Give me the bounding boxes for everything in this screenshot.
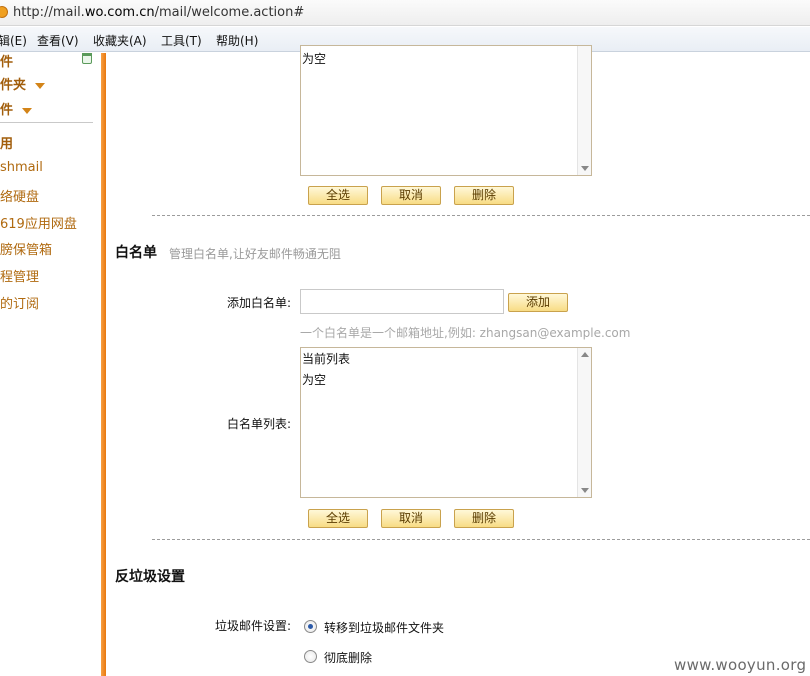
blacklist-listbox[interactable]: 为空 bbox=[300, 45, 592, 176]
whitelist-add-button[interactable]: 添加 bbox=[508, 293, 568, 312]
sidebar-item-label: 件夹 bbox=[0, 78, 27, 93]
sidebar-item-files[interactable]: 件 bbox=[0, 99, 33, 118]
whitelist-hint: 一个白名单是一个邮箱地址,例如: zhangsan@example.com bbox=[300, 326, 631, 340]
address-bar[interactable]: http://mail.wo.com.cn/mail/welcome.actio… bbox=[0, 0, 810, 26]
menu-edit[interactable]: 辑(E) bbox=[0, 32, 27, 49]
sidebar-item-apps[interactable]: 用 bbox=[0, 133, 13, 152]
scroll-up-icon[interactable] bbox=[581, 352, 589, 357]
section-divider bbox=[152, 539, 810, 540]
sidebar-item-netdisk[interactable]: 络硬盘 bbox=[0, 186, 39, 205]
list-item: 当前列表 bbox=[302, 352, 351, 366]
whitelist-delete-button[interactable]: 删除 bbox=[454, 509, 514, 528]
sidebar-item-safebox[interactable]: 膀保管箱 bbox=[0, 239, 52, 258]
sidebar-item-schedule[interactable]: 程管理 bbox=[0, 266, 39, 285]
section-divider bbox=[152, 215, 810, 216]
list-item: 为空 bbox=[302, 52, 327, 66]
sidebar-item-mail[interactable]: 件 bbox=[0, 51, 13, 70]
watermark: www.wooyun.org bbox=[674, 656, 807, 674]
sidebar-item-appdisk[interactable]: 619应用网盘 bbox=[0, 213, 77, 232]
address-url[interactable]: http://mail.wo.com.cn/mail/welcome.actio… bbox=[13, 5, 304, 20]
whitelist-cancel-button[interactable]: 取消 bbox=[381, 509, 441, 528]
blacklist-delete-button[interactable]: 删除 bbox=[454, 186, 514, 205]
site-favicon-icon bbox=[0, 6, 8, 18]
url-domain: wo.com.cn bbox=[84, 5, 155, 20]
trash-icon[interactable] bbox=[82, 53, 92, 64]
settings-main: 为空 全选 取消 删除 白名单 管理白名单,让好友邮件畅通无阻 添加白名单: 添… bbox=[106, 45, 810, 676]
blacklist-cancel-button[interactable]: 取消 bbox=[381, 186, 441, 205]
radio-checked[interactable] bbox=[304, 620, 317, 633]
antispam-option-label: 转移到垃圾邮件文件夹 bbox=[324, 621, 445, 635]
radio-unchecked[interactable] bbox=[304, 650, 317, 663]
menu-favorites[interactable]: 收藏夹(A) bbox=[93, 32, 147, 49]
whitelist-add-label: 添加白名单: bbox=[227, 296, 292, 310]
whitelist-select-all-button[interactable]: 全选 bbox=[308, 509, 368, 528]
scroll-down-icon[interactable] bbox=[581, 166, 589, 171]
sidebar-item-folders[interactable]: 件夹 bbox=[0, 74, 46, 93]
url-path: /mail/welcome.action# bbox=[154, 5, 305, 20]
caret-down-icon bbox=[35, 82, 46, 89]
whitelist-listbox[interactable]: 当前列表 为空 bbox=[300, 347, 592, 498]
whitelist-scrollbar[interactable] bbox=[577, 348, 591, 497]
sidebar-item-subscriptions[interactable]: 的订阅 bbox=[0, 293, 39, 312]
whitelist-email-input[interactable] bbox=[300, 289, 504, 314]
menu-tools[interactable]: 工具(T) bbox=[161, 32, 202, 49]
sidebar-item-label: 件 bbox=[0, 103, 14, 118]
menu-view[interactable]: 查看(V) bbox=[37, 32, 79, 49]
sidebar-divider bbox=[0, 122, 93, 123]
caret-down-icon bbox=[22, 107, 33, 114]
antispam-title: 反垃圾设置 bbox=[115, 569, 185, 585]
sidebar: 件 件夹 件 用 shmail 络硬盘 619应用网盘 膀保管箱 程管理 的订阅 bbox=[0, 53, 101, 676]
antispam-option-label: 彻底删除 bbox=[324, 651, 373, 665]
whitelist-title: 白名单 bbox=[115, 245, 157, 261]
sidebar-item-flashmail[interactable]: shmail bbox=[0, 160, 43, 175]
blacklist-select-all-button[interactable]: 全选 bbox=[308, 186, 368, 205]
list-item: 为空 bbox=[302, 373, 327, 387]
menu-help[interactable]: 帮助(H) bbox=[216, 32, 258, 49]
whitelist-list-label: 白名单列表: bbox=[227, 417, 292, 431]
browser-window: http://mail.wo.com.cn/mail/welcome.actio… bbox=[0, 0, 810, 676]
whitelist-description: 管理白名单,让好友邮件畅通无阻 bbox=[169, 247, 341, 261]
scroll-down-icon[interactable] bbox=[581, 488, 589, 493]
url-prefix: http://mail. bbox=[13, 5, 85, 20]
blacklist-scrollbar[interactable] bbox=[577, 46, 591, 175]
antispam-label: 垃圾邮件设置: bbox=[215, 619, 292, 633]
